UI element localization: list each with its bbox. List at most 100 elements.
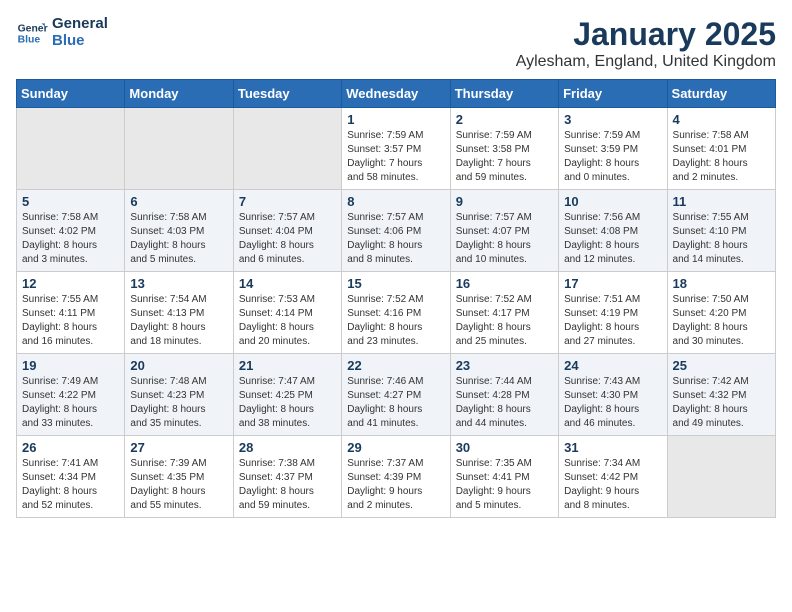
day-info: Sunrise: 7:57 AM Sunset: 4:04 PM Dayligh… [239,211,336,267]
calendar-cell: 18 Sunrise: 7:50 AM Sunset: 4:20 PM Dayli… [667,272,775,354]
day-info: Sunrise: 7:58 AM Sunset: 4:01 PM Dayligh… [673,129,770,185]
weekday-header-saturday: Saturday [667,80,775,108]
day-info: Sunrise: 7:59 AM Sunset: 3:58 PM Dayligh… [456,129,553,185]
calendar-cell: 25 Sunrise: 7:42 AM Sunset: 4:32 PM Dayli… [667,354,775,436]
calendar-week-4: 19Sunrise: 7:49 AM Sunset: 4:22 PM Dayli… [17,354,776,436]
day-info: Sunrise: 7:34 AM Sunset: 4:42 PM Dayligh… [564,457,661,513]
day-number: 13 [130,276,227,291]
weekday-header-friday: Friday [559,80,667,108]
day-info: Sunrise: 7:43 AM Sunset: 4:30 PM Dayligh… [564,375,661,431]
calendar-cell: 4Sunrise: 7:58 AM Sunset: 4:01 PM Daylig… [667,108,775,190]
calendar-cell: 13 Sunrise: 7:54 AM Sunset: 4:13 PM Dayli… [125,272,233,354]
day-number: 23 [456,358,553,373]
day-info: Sunrise: 7:52 AM Sunset: 4:17 PM Dayligh… [456,293,553,349]
calendar-week-3: 12Sunrise: 7:55 AM Sunset: 4:11 PM Dayli… [17,272,776,354]
day-info: Sunrise: 7:54 AM Sunset: 4:13 PM Dayligh… [130,293,227,349]
calendar-cell: 19Sunrise: 7:49 AM Sunset: 4:22 PM Dayli… [17,354,125,436]
calendar-cell: 9 Sunrise: 7:57 AM Sunset: 4:07 PM Daylig… [450,190,558,272]
calendar-subtitle: Aylesham, England, United Kingdom [516,53,776,71]
day-info: Sunrise: 7:59 AM Sunset: 3:57 PM Dayligh… [347,129,444,185]
calendar-cell: 15Sunrise: 7:52 AM Sunset: 4:16 PM Dayli… [342,272,450,354]
day-number: 3 [564,112,661,127]
day-number: 19 [22,358,119,373]
calendar-cell: 14Sunrise: 7:53 AM Sunset: 4:14 PM Dayli… [233,272,341,354]
day-info: Sunrise: 7:59 AM Sunset: 3:59 PM Dayligh… [564,129,661,185]
calendar-cell: 24Sunrise: 7:43 AM Sunset: 4:30 PM Dayli… [559,354,667,436]
day-number: 20 [130,358,227,373]
day-info: Sunrise: 7:47 AM Sunset: 4:25 PM Dayligh… [239,375,336,431]
calendar-cell: 2 Sunrise: 7:59 AM Sunset: 3:58 PM Daylig… [450,108,558,190]
day-info: Sunrise: 7:50 AM Sunset: 4:20 PM Dayligh… [673,293,770,349]
day-number: 28 [239,440,336,455]
weekday-header-sunday: Sunday [17,80,125,108]
day-number: 5 [22,194,119,209]
calendar-cell: 23 Sunrise: 7:44 AM Sunset: 4:28 PM Dayli… [450,354,558,436]
day-info: Sunrise: 7:58 AM Sunset: 4:03 PM Dayligh… [130,211,227,267]
day-number: 18 [673,276,770,291]
day-info: Sunrise: 7:48 AM Sunset: 4:23 PM Dayligh… [130,375,227,431]
day-info: Sunrise: 7:38 AM Sunset: 4:37 PM Dayligh… [239,457,336,513]
calendar-cell: 27 Sunrise: 7:39 AM Sunset: 4:35 PM Dayli… [125,436,233,518]
weekday-header-monday: Monday [125,80,233,108]
day-number: 17 [564,276,661,291]
calendar-cell: 1 Sunrise: 7:59 AM Sunset: 3:57 PM Daylig… [342,108,450,190]
svg-text:Blue: Blue [18,34,41,45]
calendar-cell: 6 Sunrise: 7:58 AM Sunset: 4:03 PM Daylig… [125,190,233,272]
logo: General Blue General Blue [16,16,108,49]
day-number: 2 [456,112,553,127]
logo-line1: General [52,16,108,33]
day-number: 14 [239,276,336,291]
weekday-header-tuesday: Tuesday [233,80,341,108]
day-info: Sunrise: 7:57 AM Sunset: 4:07 PM Dayligh… [456,211,553,267]
day-info: Sunrise: 7:35 AM Sunset: 4:41 PM Dayligh… [456,457,553,513]
day-info: Sunrise: 7:51 AM Sunset: 4:19 PM Dayligh… [564,293,661,349]
logo-icon: General Blue [16,17,48,49]
calendar-cell: 22Sunrise: 7:46 AM Sunset: 4:27 PM Dayli… [342,354,450,436]
calendar-cell: 8Sunrise: 7:57 AM Sunset: 4:06 PM Daylig… [342,190,450,272]
calendar-week-2: 5 Sunrise: 7:58 AM Sunset: 4:02 PM Daylig… [17,190,776,272]
day-number: 6 [130,194,227,209]
calendar-cell: 20 Sunrise: 7:48 AM Sunset: 4:23 PM Dayli… [125,354,233,436]
day-number: 27 [130,440,227,455]
calendar-header-row: SundayMondayTuesdayWednesdayThursdayFrid… [17,80,776,108]
calendar-cell: 11 Sunrise: 7:55 AM Sunset: 4:10 PM Dayli… [667,190,775,272]
day-number: 16 [456,276,553,291]
day-number: 15 [347,276,444,291]
calendar-cell: 26 Sunrise: 7:41 AM Sunset: 4:34 PM Dayli… [17,436,125,518]
day-info: Sunrise: 7:42 AM Sunset: 4:32 PM Dayligh… [673,375,770,431]
day-number: 11 [673,194,770,209]
calendar-cell: 7Sunrise: 7:57 AM Sunset: 4:04 PM Daylig… [233,190,341,272]
day-number: 10 [564,194,661,209]
day-number: 1 [347,112,444,127]
calendar-cell: 16 Sunrise: 7:52 AM Sunset: 4:17 PM Dayli… [450,272,558,354]
day-number: 29 [347,440,444,455]
day-info: Sunrise: 7:37 AM Sunset: 4:39 PM Dayligh… [347,457,444,513]
calendar-cell: 12Sunrise: 7:55 AM Sunset: 4:11 PM Dayli… [17,272,125,354]
calendar-cell: 3 Sunrise: 7:59 AM Sunset: 3:59 PM Daylig… [559,108,667,190]
calendar-week-5: 26 Sunrise: 7:41 AM Sunset: 4:34 PM Dayli… [17,436,776,518]
day-info: Sunrise: 7:57 AM Sunset: 4:06 PM Dayligh… [347,211,444,267]
day-info: Sunrise: 7:39 AM Sunset: 4:35 PM Dayligh… [130,457,227,513]
calendar-cell: 21 Sunrise: 7:47 AM Sunset: 4:25 PM Dayli… [233,354,341,436]
day-info: Sunrise: 7:58 AM Sunset: 4:02 PM Dayligh… [22,211,119,267]
calendar-title: January 2025 [516,16,776,53]
day-number: 9 [456,194,553,209]
calendar-cell: 28 Sunrise: 7:38 AM Sunset: 4:37 PM Dayli… [233,436,341,518]
day-info: Sunrise: 7:46 AM Sunset: 4:27 PM Dayligh… [347,375,444,431]
day-info: Sunrise: 7:56 AM Sunset: 4:08 PM Dayligh… [564,211,661,267]
day-info: Sunrise: 7:44 AM Sunset: 4:28 PM Dayligh… [456,375,553,431]
title-block: January 2025 Aylesham, England, United K… [516,16,776,71]
calendar-week-1: 1 Sunrise: 7:59 AM Sunset: 3:57 PM Daylig… [17,108,776,190]
calendar-body: 1 Sunrise: 7:59 AM Sunset: 3:57 PM Daylig… [17,108,776,518]
weekday-header-thursday: Thursday [450,80,558,108]
day-info: Sunrise: 7:55 AM Sunset: 4:10 PM Dayligh… [673,211,770,267]
day-info: Sunrise: 7:55 AM Sunset: 4:11 PM Dayligh… [22,293,119,349]
day-number: 21 [239,358,336,373]
day-info: Sunrise: 7:41 AM Sunset: 4:34 PM Dayligh… [22,457,119,513]
calendar-cell [17,108,125,190]
day-number: 25 [673,358,770,373]
calendar-cell: 31Sunrise: 7:34 AM Sunset: 4:42 PM Dayli… [559,436,667,518]
day-number: 26 [22,440,119,455]
calendar-table: SundayMondayTuesdayWednesdayThursdayFrid… [16,79,776,518]
calendar-cell: 17 Sunrise: 7:51 AM Sunset: 4:19 PM Dayli… [559,272,667,354]
